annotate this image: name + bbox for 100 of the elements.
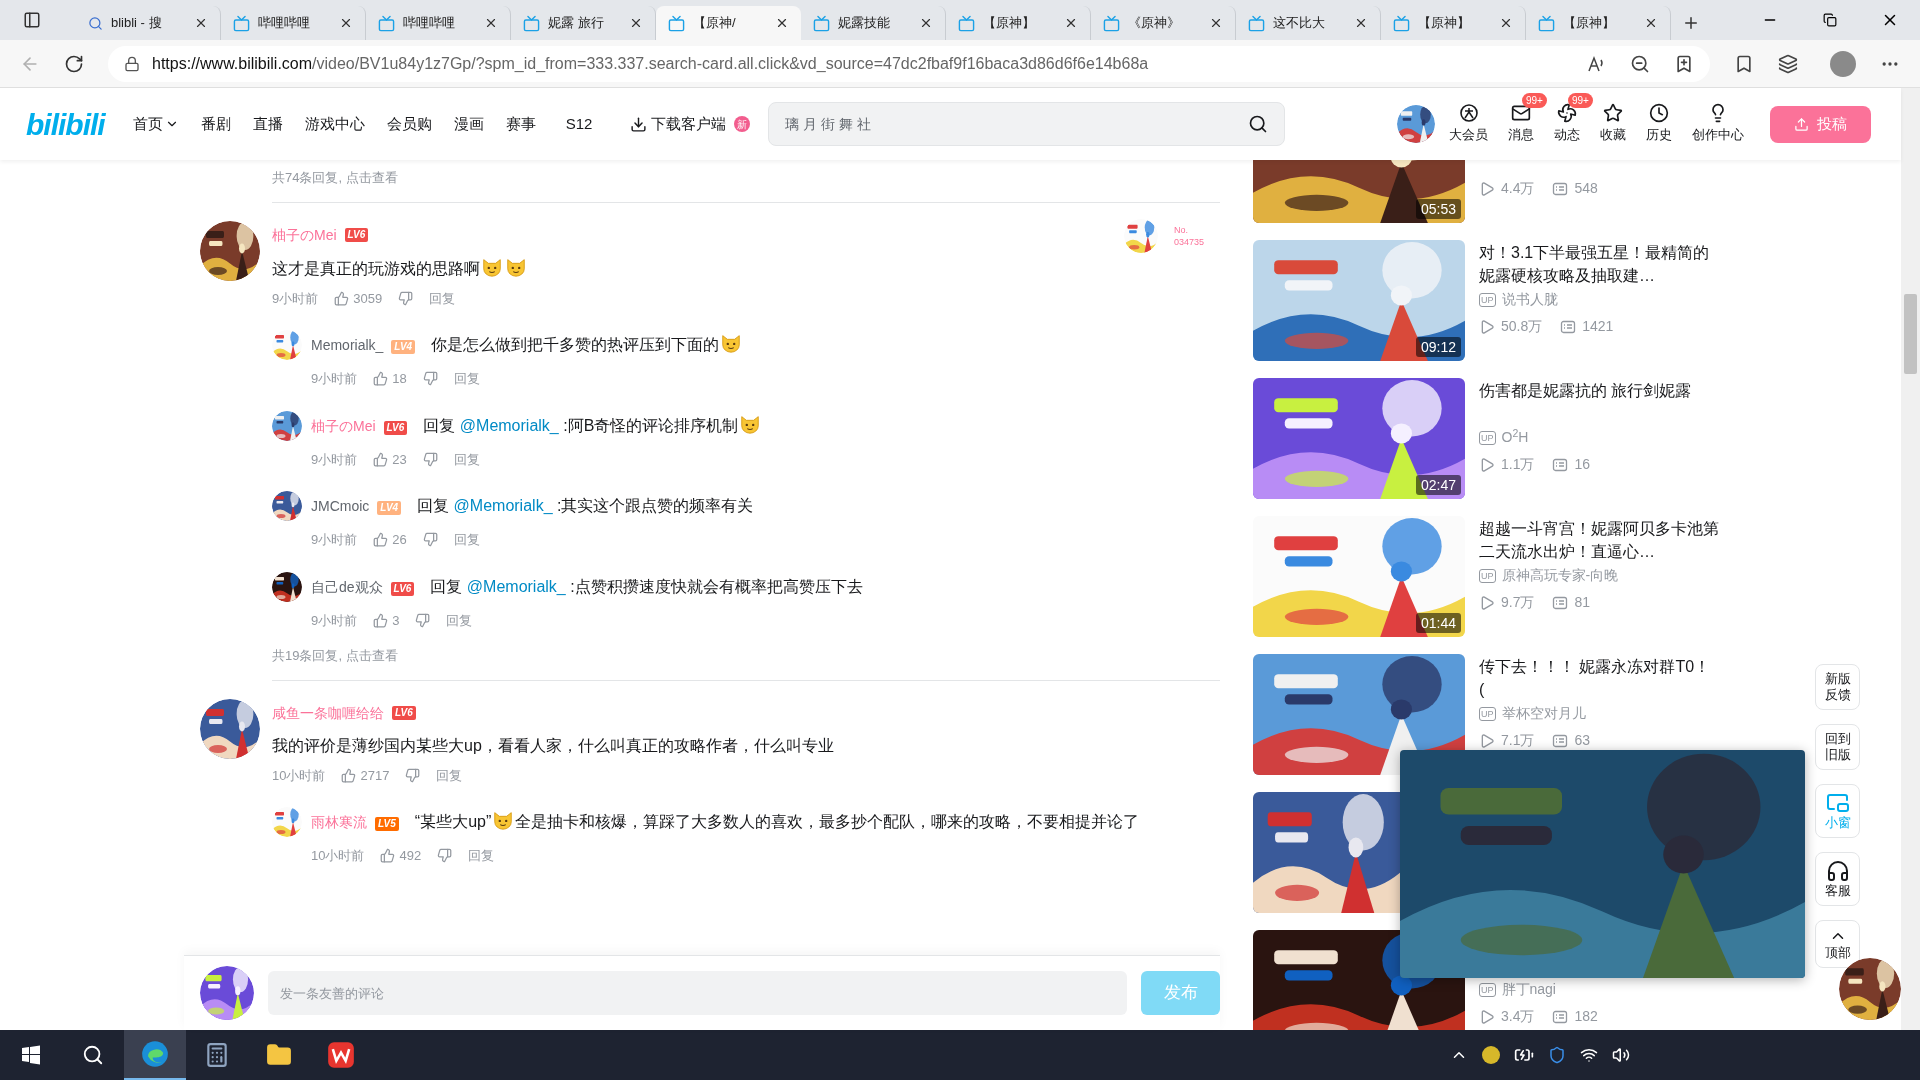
dislike-icon[interactable] (422, 451, 438, 467)
thumbs-up-icon[interactable] (373, 612, 389, 628)
shield-icon[interactable] (1548, 1046, 1566, 1064)
music-icon[interactable] (1482, 1046, 1500, 1064)
close-icon[interactable] (919, 16, 933, 30)
header-action[interactable]: 大会员 (1449, 103, 1488, 145)
side-button[interactable]: 回到旧版 (1815, 724, 1860, 770)
danmaku-icon (1552, 456, 1569, 473)
thumbs-up-icon[interactable] (373, 532, 389, 548)
thumbs-up-icon[interactable] (380, 848, 396, 864)
user-name[interactable]: JMCmoic (311, 498, 370, 514)
nav-link[interactable]: 赛事 (505, 112, 536, 136)
emoji-icon (720, 332, 743, 354)
dislike-icon[interactable] (405, 767, 421, 783)
add-favorite-icon[interactable] (1674, 53, 1694, 74)
view-count: 50.8万 (1501, 317, 1543, 336)
volume-icon[interactable] (1612, 1046, 1630, 1064)
search-field[interactable]: 璃 月 街 舞 社 (768, 102, 1286, 146)
side-button[interactable]: 新版反馈 (1815, 664, 1860, 710)
close-icon[interactable] (1209, 16, 1223, 30)
dislike-icon[interactable] (415, 612, 431, 628)
wifi-icon[interactable] (1580, 1046, 1598, 1064)
video-title[interactable]: 超越一斗宵宫！妮露阿贝多卡池第二天流水出炉！直逼心… (1479, 517, 1719, 563)
like-count: 492 (399, 847, 422, 865)
dislike-icon[interactable] (437, 848, 453, 864)
like-count: 23 (392, 450, 407, 469)
danmaku-icon (1552, 594, 1569, 611)
zoom-out-icon[interactable] (1630, 53, 1650, 74)
dislike-icon[interactable] (422, 532, 438, 548)
nav-link[interactable]: 首页 (132, 112, 179, 136)
fan-icon (1557, 103, 1577, 124)
close-icon[interactable] (194, 16, 208, 30)
tab-title: 【原神】 (983, 14, 1036, 33)
calculator-icon (204, 1042, 230, 1068)
comment-text: 这才是真正的玩游戏的思路啊 (272, 255, 1220, 281)
play-icon (1479, 1008, 1495, 1025)
tv-icon (668, 14, 685, 32)
windows-icon (21, 1045, 41, 1065)
dislike-icon[interactable] (398, 290, 414, 306)
user-name[interactable]: 自己de观众 (311, 578, 383, 595)
tv-icon (523, 14, 540, 32)
nav-link[interactable]: 直播 (252, 112, 283, 136)
side-button[interactable]: 客服 (1815, 852, 1860, 906)
mention-link[interactable]: @Memorialk_ (453, 497, 557, 514)
close-icon[interactable] (629, 16, 643, 30)
collections-icon[interactable] (1778, 53, 1798, 74)
download-link[interactable]: 下载客户端 新 (630, 112, 751, 136)
header-action[interactable]: 历史 (1646, 103, 1672, 145)
close-icon[interactable] (1499, 16, 1513, 30)
search-icon[interactable] (1248, 114, 1269, 134)
scrollbar[interactable] (1901, 88, 1920, 1030)
close-icon[interactable] (1064, 16, 1078, 30)
nav-link[interactable]: 会员购 (386, 112, 432, 136)
dislike-icon[interactable] (422, 371, 438, 387)
address-bar[interactable]: https://www.bilibili.com/video/BV1u84y1z7Gp/?spm_id_from=333.337.search-card.all.click&vd_source=47dc2fbaf9f16baca3d86d6f6e14b68a (108, 45, 1710, 82)
mention-link[interactable]: @Memorialk_ (466, 577, 571, 595)
header-action[interactable]: 收藏 (1600, 103, 1626, 145)
close-icon[interactable] (339, 16, 353, 30)
reply-text: 自己de观众 LV6 回复 @Memorialk_ :点赞积攒速度快就会有概率把高赞压下去 (311, 576, 863, 598)
fan-number: No. 034735 (1174, 223, 1206, 248)
nav-link[interactable]: S12 (565, 112, 593, 136)
side-button[interactable]: 顶部 (1815, 920, 1860, 968)
user-name[interactable]: Memorialk_ (311, 337, 384, 353)
restore-icon[interactable] (1823, 13, 1837, 27)
thumbs-up-icon[interactable] (373, 451, 389, 467)
close-icon[interactable] (775, 16, 789, 30)
header-action[interactable]: 创作中心 (1692, 103, 1744, 145)
up-tag: UP (1479, 292, 1496, 307)
favorites-icon[interactable] (1734, 53, 1754, 74)
browser-tab[interactable]: 【原神/ (656, 6, 801, 40)
close-icon[interactable] (484, 16, 498, 30)
close-icon[interactable] (1644, 16, 1658, 30)
sidebar-toggle-icon[interactable] (23, 11, 41, 29)
reply-text: Memorialk_ LV4 你是怎么做到把千多赞的热评压到下面的 (311, 329, 744, 361)
nav-link[interactable]: 游戏中心 (304, 112, 365, 136)
nav-link[interactable]: 漫画 (453, 112, 484, 136)
video-title[interactable]: 对！3.1下半最强五星！最精简的妮露硬核攻略及抽取建… (1479, 241, 1719, 287)
nav-link[interactable]: 番剧 (200, 112, 231, 136)
view-count: 9.7万 (1501, 593, 1535, 612)
emoji-icon (492, 809, 515, 831)
tab-title: 哔哩哔哩 (403, 14, 456, 33)
danmaku-count: 548 (1574, 179, 1598, 198)
browser-icon (141, 1040, 169, 1068)
profile-avatar[interactable] (1830, 50, 1856, 77)
video-title[interactable]: 伤害都是妮露抗的 旅行剑妮露 (1479, 379, 1719, 402)
new-tab-icon[interactable] (1682, 14, 1700, 32)
mention-link[interactable]: @Memorialk_ (459, 416, 564, 434)
video-title[interactable]: 传下去！！！ 妮露永冻对群T0！ ( (1479, 655, 1719, 701)
thumbs-up-icon[interactable] (373, 371, 389, 387)
reload-icon[interactable] (64, 53, 84, 74)
thumbs-up-icon[interactable] (334, 290, 350, 306)
danmaku-icon (1552, 180, 1569, 197)
new-badge: 新 (734, 116, 751, 132)
tv-icon (1393, 14, 1410, 32)
search-input[interactable]: 璃 月 街 舞 社 (785, 113, 1249, 135)
thumbs-up-icon[interactable] (341, 767, 357, 783)
reply-text: 雨林寒流 LV5 “某些大up” 全是抽卡和核爆，算踩了大多数人的喜欢，最多抄个配队，哪来的攻略，不要相提并论了 (311, 806, 1140, 838)
reply-text: JMCmoic LV4 回复 @Memorialk_ :其实这个跟点赞的频率有关 (311, 496, 754, 517)
close-icon[interactable] (1354, 16, 1368, 30)
search-icon (88, 15, 103, 31)
